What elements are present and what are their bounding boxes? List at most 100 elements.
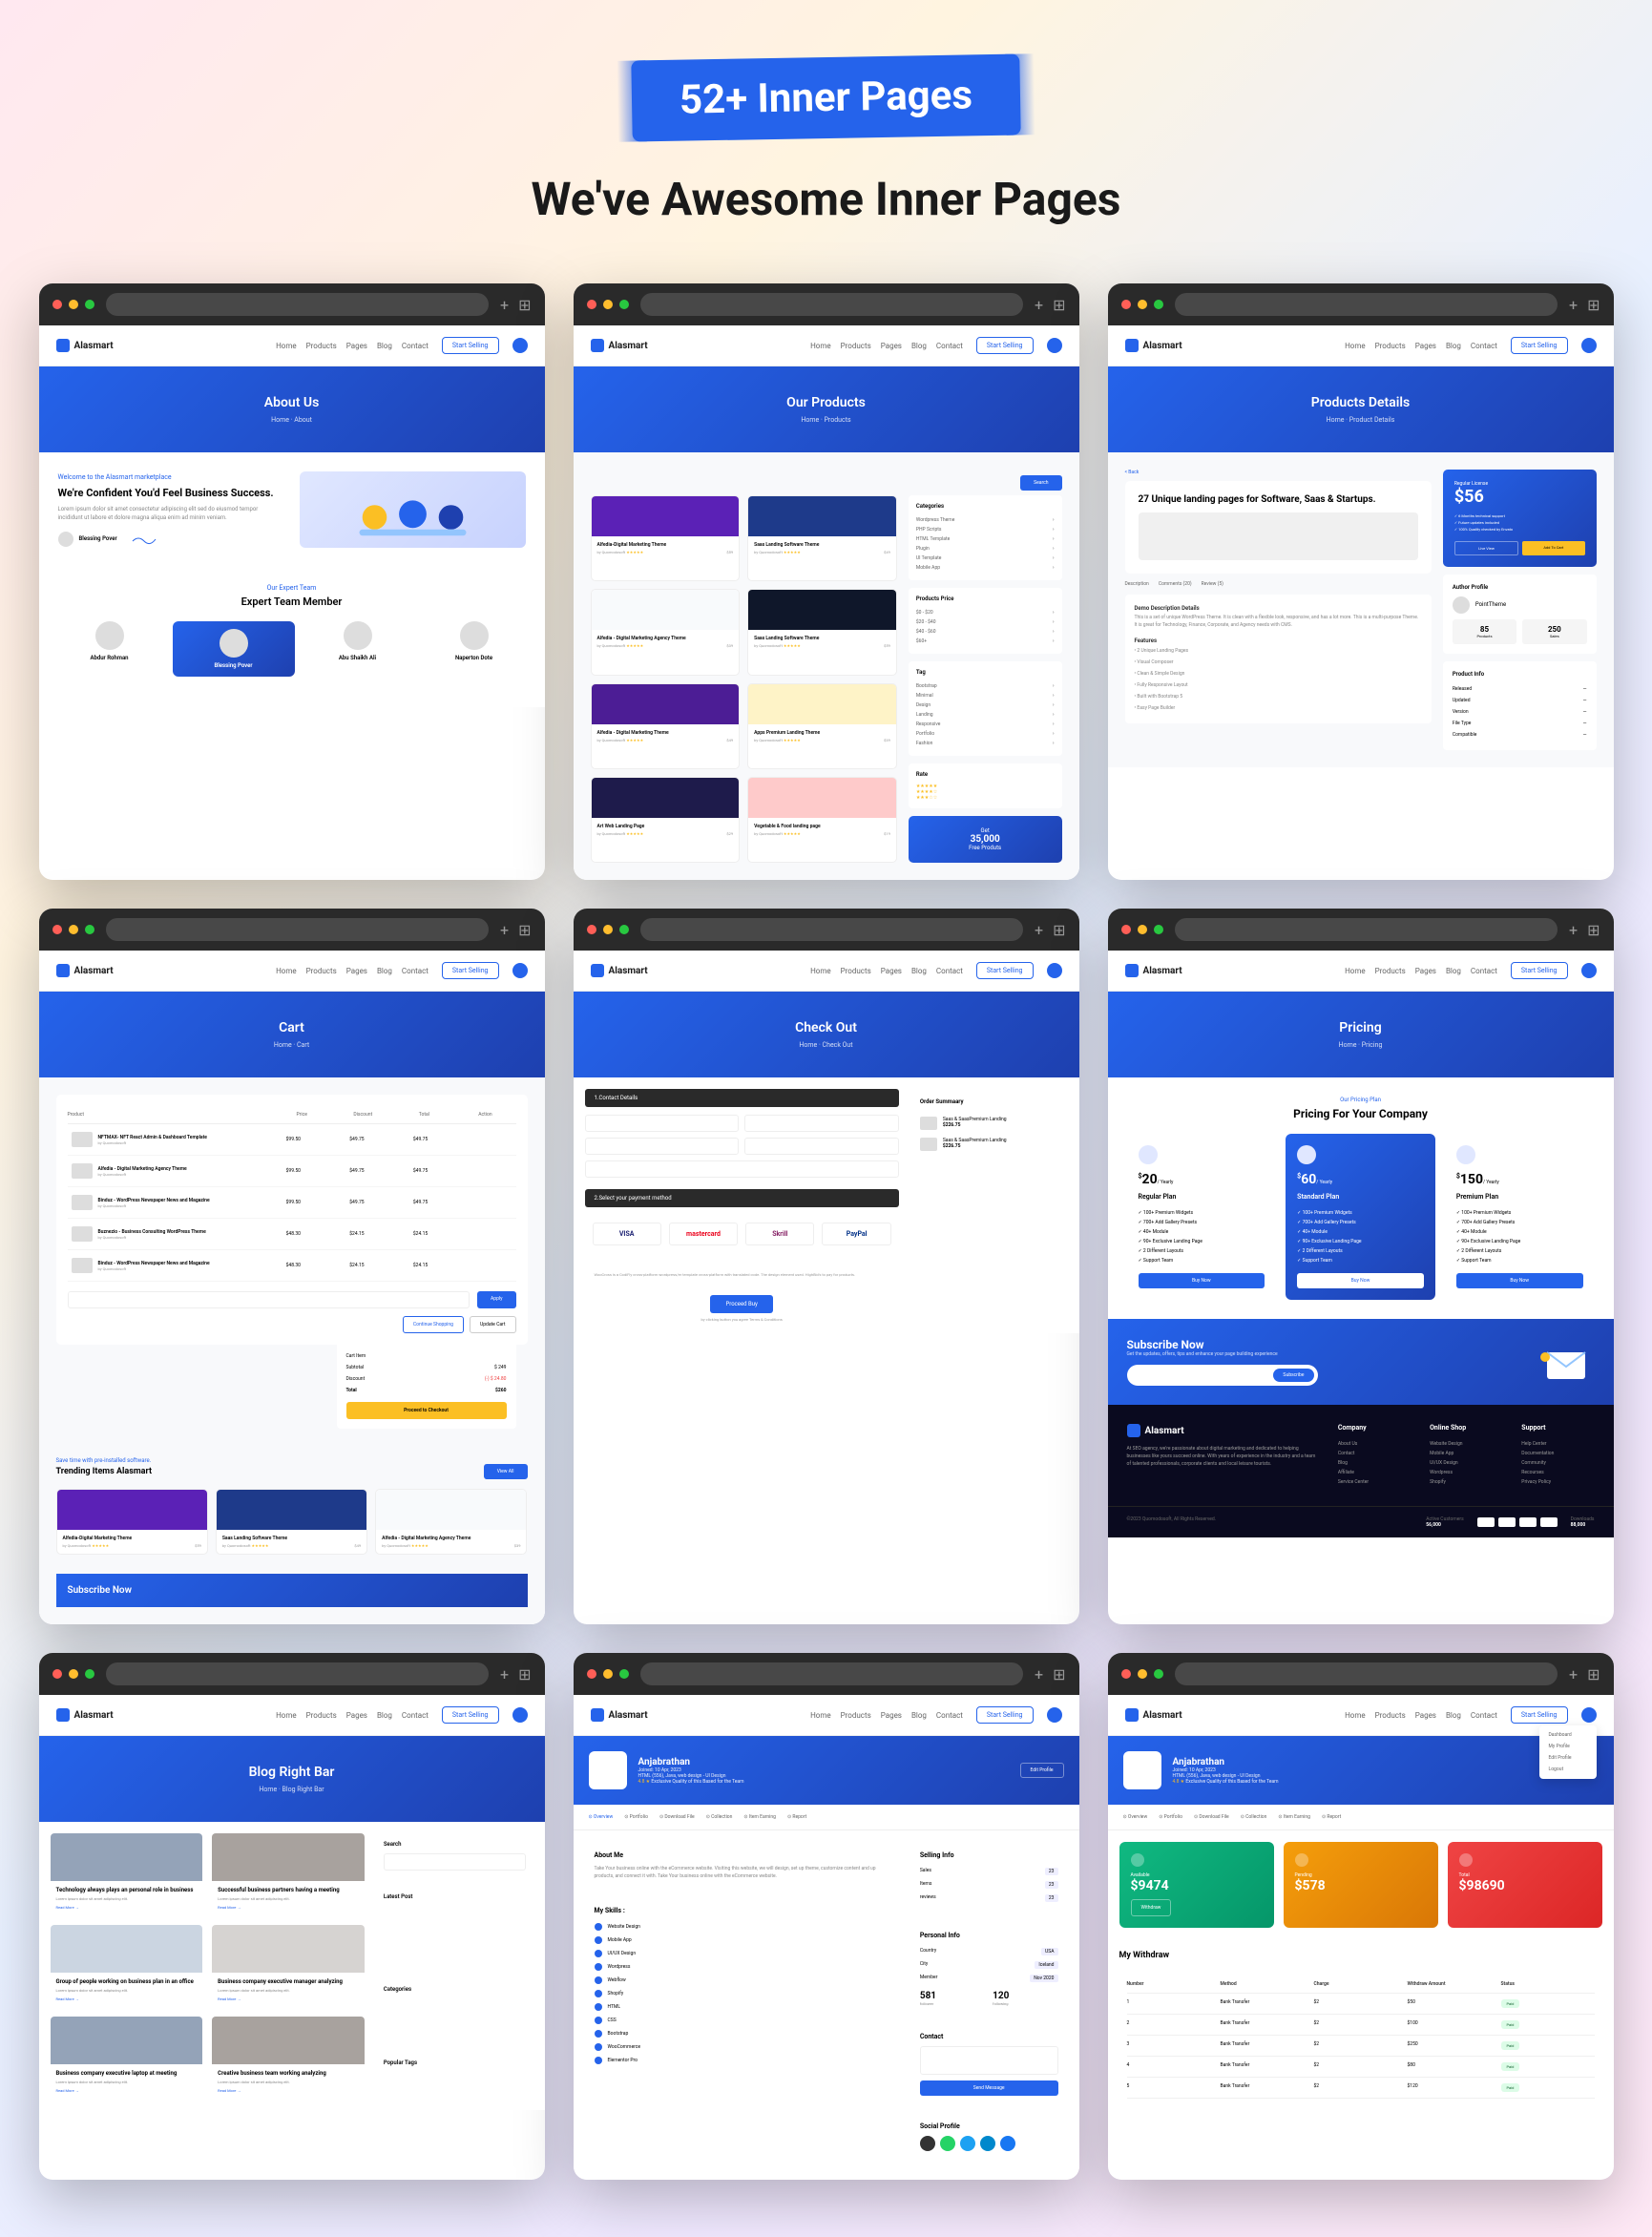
pay-method[interactable]: Skrill (745, 1223, 814, 1245)
screenshots-grid: +⊞ Alasmart HomeProductsPagesBlogContact… (39, 283, 1614, 2180)
nav-item[interactable]: Contact (1471, 967, 1497, 975)
nav-item[interactable]: Blog (911, 967, 927, 975)
nav-item[interactable]: Contact (402, 1711, 429, 1720)
nav-item[interactable]: Contact (1471, 1711, 1497, 1720)
avatar (589, 1751, 627, 1789)
nav-item[interactable]: Pages (1415, 967, 1436, 975)
user-dropdown[interactable]: DashboardMy ProfileEdit ProfileLogout (1539, 1725, 1597, 1779)
nav-item[interactable]: Pages (881, 1711, 902, 1720)
blog-card[interactable]: Business company executive laptop at mee… (51, 2017, 203, 2099)
nav-item[interactable]: Products (841, 1711, 871, 1720)
nav-item[interactable]: Home (276, 342, 297, 350)
nav-item[interactable]: Blog (377, 342, 392, 350)
nav-item[interactable]: Products (1375, 967, 1406, 975)
blog-card[interactable]: Business company executive manager analy… (212, 1925, 365, 2007)
nav-item[interactable]: Home (1345, 342, 1366, 350)
screenshot-payout: +⊞ AlasmartHomeProductsPagesBlogContactS… (1108, 1653, 1614, 2180)
user-icon[interactable] (512, 338, 528, 353)
nav-item[interactable]: Contact (936, 967, 963, 975)
team-card[interactable]: Abu Shaikh Ali (304, 621, 411, 677)
team-card[interactable]: Blessing Pover (173, 621, 295, 677)
avatar (1123, 1751, 1161, 1789)
proceed-button[interactable]: Proceed Buy (710, 1295, 772, 1313)
screenshot-blog: +⊞ AlasmartHomeProductsPagesBlogContactS… (39, 1653, 545, 2180)
nav-item[interactable]: Home (1345, 1711, 1366, 1720)
coupon-input[interactable] (68, 1291, 471, 1308)
nav-item[interactable]: Blog (377, 1711, 392, 1720)
cart-row: Binduz - WordPress Newspaper News and Ma… (68, 1187, 516, 1219)
nav-item[interactable]: Pages (881, 967, 902, 975)
breadcrumb: Home · About (68, 416, 516, 424)
email-input[interactable] (1131, 1369, 1274, 1382)
nav-item[interactable]: Home (1345, 967, 1366, 975)
nav-item[interactable]: Products (1375, 1711, 1406, 1720)
form-input[interactable] (585, 1115, 740, 1132)
nav-item[interactable]: Products (841, 967, 871, 975)
checkout-button[interactable]: Proceed to Checkout (346, 1402, 507, 1419)
pay-method[interactable]: PayPal (822, 1223, 890, 1245)
nav-item[interactable]: Blog (377, 967, 392, 975)
team-card[interactable]: Abdur Rohman (56, 621, 163, 677)
nav-item[interactable]: Products (841, 342, 871, 350)
product-card[interactable]: Alfedia - Digital Marketing Agency Theme… (591, 589, 741, 675)
product-card[interactable]: Saas Landing Software Themeby Quomodosof… (747, 495, 897, 581)
badge: 52+ Inner Pages (631, 53, 1020, 141)
pay-method[interactable]: mastercard (669, 1223, 738, 1245)
price-card: $60/ YearlyStandard Plan✓ 100+ Premium W… (1286, 1134, 1435, 1300)
search-input[interactable] (384, 1853, 526, 1871)
nav-item[interactable]: Pages (346, 1711, 367, 1720)
buy-button[interactable]: Buy Now (1139, 1273, 1265, 1288)
back-link[interactable]: < Back (1125, 470, 1432, 475)
team-card[interactable]: Naperton Dote (421, 621, 528, 677)
nav-item[interactable]: Products (1375, 342, 1406, 350)
product-card[interactable]: Art Web Landing Pageby Quomodosoft ★★★★★… (591, 777, 741, 863)
product-card[interactable]: Apps Premium Landing Themeby Quomodosoft… (747, 683, 897, 769)
nav-item[interactable]: Home (276, 967, 297, 975)
nav-item[interactable]: Pages (881, 342, 902, 350)
nav-item[interactable]: Contact (402, 967, 429, 975)
product-card[interactable]: Alfedia - Digital Marketing Themeby Quom… (591, 683, 741, 769)
nav-item[interactable]: Pages (1415, 342, 1436, 350)
buy-button[interactable]: Buy Now (1456, 1273, 1583, 1288)
nav-item[interactable]: Home (810, 342, 831, 350)
subscribe-button[interactable]: Subscribe (1273, 1369, 1313, 1382)
start-selling-button[interactable]: Start Selling (442, 337, 499, 354)
pay-method[interactable]: VISA (593, 1223, 661, 1245)
nav-item[interactable]: Pages (346, 967, 367, 975)
product-card[interactable]: Alfedia-Digital Marketing Themeby Quomod… (591, 495, 741, 581)
nav-item[interactable]: Products (306, 967, 337, 975)
cart-row: Alfedia - Digital Marketing Agency Theme… (68, 1156, 516, 1187)
nav-item[interactable]: Home (276, 1711, 297, 1720)
price-card: $20/ YearlyRegular Plan✓ 100+ Premium Wi… (1127, 1134, 1277, 1300)
nav-item[interactable]: Contact (936, 342, 963, 350)
screenshot-detail: +⊞ AlasmartHomeProductsPagesBlogContactS… (1108, 283, 1614, 880)
product-card[interactable]: Vegetable & Food landing pageby Quomodos… (747, 777, 897, 863)
nav-item[interactable]: Home (810, 967, 831, 975)
nav-item[interactable]: Pages (1415, 1711, 1436, 1720)
blog-card[interactable]: Successful business partners having a me… (212, 1833, 365, 1915)
blog-card[interactable]: Creative business team working analyzing… (212, 2017, 365, 2099)
buy-button[interactable]: Buy Now (1297, 1273, 1424, 1288)
promo-box[interactable]: Get 35,000 Free Produts (909, 816, 1062, 863)
nav-item[interactable]: Blog (1446, 342, 1461, 350)
nav-item[interactable]: Blog (1446, 1711, 1461, 1720)
nav-item[interactable]: Products (306, 342, 337, 350)
nav-item[interactable]: Blog (911, 1711, 927, 1720)
nav-item[interactable]: Contact (1471, 342, 1497, 350)
nav-item[interactable]: Blog (911, 342, 927, 350)
apply-button[interactable]: Apply (477, 1291, 515, 1308)
cart-row: Binduz - WordPress Newspaper News and Ma… (68, 1250, 516, 1282)
blog-card[interactable]: Technology always plays an personal role… (51, 1833, 203, 1915)
blog-card[interactable]: Group of people working on business plan… (51, 1925, 203, 2007)
nav-item[interactable]: Contact (936, 1711, 963, 1720)
search-button[interactable]: Search (1020, 475, 1061, 491)
plus-icon: + (500, 296, 509, 314)
nav-item[interactable]: Pages (346, 342, 367, 350)
nav-item[interactable]: Blog (1446, 967, 1461, 975)
cart-row: NFTMAX- NFT React Admin & Dashboard Temp… (68, 1124, 516, 1156)
nav-item[interactable]: Contact (402, 342, 429, 350)
nav-item[interactable]: Products (306, 1711, 337, 1720)
product-card[interactable]: Saas Landing Software Themeby Quomodosof… (747, 589, 897, 675)
nav-item[interactable]: Home (810, 1711, 831, 1720)
edit-profile-button[interactable]: Edit Profile (1020, 1763, 1064, 1778)
